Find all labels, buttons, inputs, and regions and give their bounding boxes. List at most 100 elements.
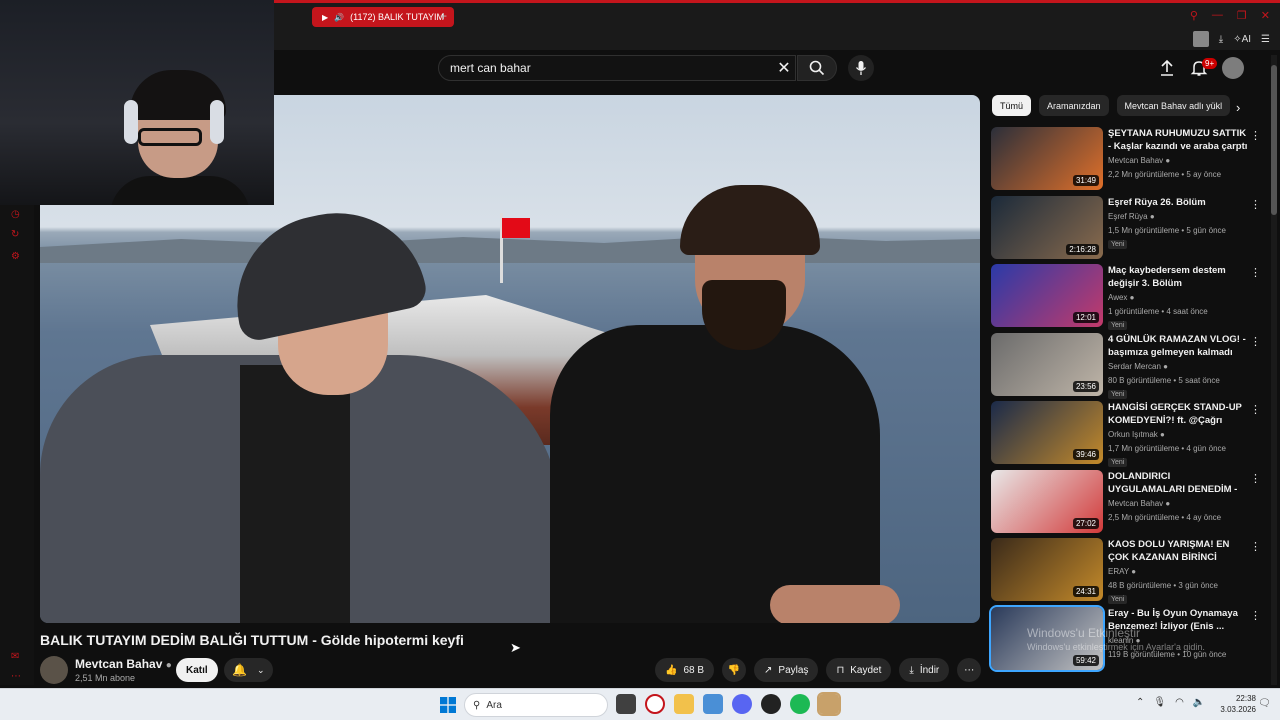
- maximize-icon[interactable]: ❐: [1237, 9, 1247, 22]
- more-vertical-icon[interactable]: ⋮: [1250, 472, 1261, 485]
- recommendation-thumbnail[interactable]: 27:02: [991, 469, 1103, 533]
- more-actions-button[interactable]: ⋯: [957, 658, 982, 682]
- browser-tab[interactable]: ▶ 🔊 (1172) BALIK TUTAYIM: [312, 7, 454, 27]
- history-icon[interactable]: ◷: [11, 209, 20, 220]
- recommendation-channel[interactable]: ERAY ●: [1108, 567, 1136, 576]
- more-icon[interactable]: ⋯: [11, 671, 21, 682]
- upload-icon[interactable]: [1158, 59, 1176, 77]
- browser-tools: ⤓ ✧AI ☰: [1192, 31, 1270, 47]
- recommendation-thumbnail[interactable]: 12:01: [991, 264, 1103, 327]
- recommendation-thumbnail[interactable]: 39:46: [991, 401, 1103, 464]
- chip-channel-uploads[interactable]: Mevtcan Bahav adlı yükl: [1116, 95, 1231, 116]
- page-scrollbar[interactable]: [1271, 55, 1277, 685]
- search-button[interactable]: [797, 55, 837, 81]
- recommendation-title[interactable]: 4 GÜNLÜK RAMAZAN VLOG! - başımıza gelmey…: [1108, 333, 1248, 359]
- recommendation-channel[interactable]: Eşref Rüya ●: [1108, 212, 1155, 221]
- clear-search-icon[interactable]: ✕: [772, 56, 796, 80]
- task-view-icon[interactable]: [616, 694, 636, 714]
- recommendation-thumbnail[interactable]: 2:16:28: [991, 195, 1103, 259]
- more-vertical-icon[interactable]: ⋮: [1250, 266, 1261, 279]
- ai-label: AI: [1241, 33, 1252, 45]
- download-button[interactable]: ⤓ İndir: [899, 658, 950, 682]
- recommendation-thumbnail[interactable]: 23:56: [991, 332, 1103, 396]
- system-clock[interactable]: 22:38 3.03.2026: [1216, 693, 1256, 715]
- recommendation-thumbnail[interactable]: 24:31: [991, 538, 1103, 601]
- account-avatar[interactable]: [1222, 57, 1244, 79]
- extension-thumbnail-icon[interactable]: [1192, 31, 1209, 47]
- opera-browser-icon[interactable]: [645, 694, 665, 714]
- scrollbar-thumb[interactable]: [1271, 65, 1277, 215]
- notification-center-icon[interactable]: 🗨: [1258, 698, 1271, 709]
- recommendation-title[interactable]: DOLANDIRICI UYGULAMALARI DENEDİM - Ocağı…: [1108, 470, 1248, 496]
- like-button[interactable]: 👍 68 B: [655, 658, 715, 682]
- chevron-up-icon[interactable]: ⌃: [1136, 697, 1144, 708]
- bookmark-icon: ⊓: [836, 664, 845, 676]
- refresh-icon[interactable]: ↻: [11, 229, 19, 240]
- voice-search-button[interactable]: [848, 55, 874, 81]
- window-controls: ⚲ — ❐ ✕: [1190, 9, 1270, 22]
- verified-icon: ●: [1131, 567, 1137, 576]
- menu-icon[interactable]: ☰: [1261, 34, 1270, 45]
- recommendation-channel[interactable]: Mevtcan Bahav ●: [1108, 499, 1170, 508]
- close-icon[interactable]: ✕: [1261, 9, 1270, 22]
- game-app-icon[interactable]: [817, 692, 841, 716]
- recommendation-item[interactable]: 27:02 DOLANDIRICI UYGULAMALARI DENEDİM - …: [991, 469, 1267, 539]
- more-vertical-icon[interactable]: ⋮: [1250, 403, 1261, 416]
- mail-icon[interactable]: ✉: [11, 651, 19, 662]
- recommendation-channel[interactable]: Mevtcan Bahav ●: [1108, 156, 1170, 165]
- more-vertical-icon[interactable]: ⋮: [1250, 609, 1261, 622]
- recommendation-title[interactable]: Maç kaybedersem destem değişir 3. Bölüm: [1108, 264, 1248, 290]
- recommendation-channel[interactable]: Serdar Mercan ●: [1108, 362, 1168, 371]
- channel-avatar[interactable]: [40, 656, 68, 684]
- join-button[interactable]: Katıl: [176, 658, 218, 682]
- chip-from-search[interactable]: Aramanızdan: [1039, 95, 1109, 116]
- recommendation-item[interactable]: 39:46 HANGİSİ GERÇEK STAND-UP KOMEDYENİ?!…: [991, 401, 1267, 470]
- dislike-button[interactable]: 👎: [722, 658, 747, 682]
- recommendation-channel[interactable]: Orkun Işıtmak ●: [1108, 430, 1165, 439]
- search-input[interactable]: mert can bahar: [438, 55, 796, 81]
- minimize-icon[interactable]: —: [1212, 9, 1223, 22]
- volume-icon[interactable]: 🔈: [1193, 697, 1205, 708]
- chip-all[interactable]: Tümü: [992, 95, 1032, 116]
- recommendation-title[interactable]: KAOS DOLU YARIŞMA! EN ÇOK KAZANAN BİRİNC…: [1108, 538, 1248, 564]
- microphone-icon[interactable]: 🎙: [1153, 697, 1166, 708]
- file-explorer-icon[interactable]: [674, 694, 694, 714]
- recommendation-title[interactable]: Eşref Rüya 26. Bölüm: [1108, 196, 1248, 209]
- channel-label: Serdar Mercan: [1108, 361, 1161, 371]
- new-tab-button[interactable]: +: [440, 9, 447, 23]
- subscription-bell-button[interactable]: 🔔 ⌄: [224, 658, 273, 682]
- more-vertical-icon[interactable]: ⋮: [1250, 129, 1261, 142]
- recommendation-channel[interactable]: Awex ●: [1108, 293, 1135, 302]
- settings-gear-icon[interactable]: ⚙: [11, 251, 20, 262]
- wifi-icon[interactable]: ◠: [1175, 697, 1184, 708]
- recommendation-title[interactable]: HANGİSİ GERÇEK STAND-UP KOMEDYENİ?! ft. …: [1108, 401, 1248, 427]
- more-vertical-icon[interactable]: ⋮: [1250, 335, 1261, 348]
- recommendation-meta: 2,5 Mn görüntüleme • 4 ay önce: [1108, 512, 1222, 522]
- recommendation-item[interactable]: 23:56 4 GÜNLÜK RAMAZAN VLOG! - başımıza g…: [991, 332, 1267, 402]
- recommendation-item[interactable]: 12:01 Maç kaybedersem destem değişir 3. B…: [991, 264, 1267, 333]
- recommendation-item[interactable]: 24:31 KAOS DOLU YARIŞMA! EN ÇOK KAZANAN B…: [991, 538, 1267, 607]
- chevron-right-icon[interactable]: ›: [1236, 100, 1240, 115]
- recommendation-thumbnail[interactable]: 31:49: [991, 127, 1103, 190]
- more-vertical-icon[interactable]: ⋮: [1250, 540, 1261, 553]
- save-button[interactable]: ⊓ Kaydet: [826, 658, 892, 682]
- spotify-icon[interactable]: [790, 694, 810, 714]
- channel-name-link[interactable]: Mevtcan Bahav ●: [75, 657, 172, 671]
- taskbar-search[interactable]: ⚲ Ara: [464, 693, 608, 717]
- recommendation-item[interactable]: 2:16:28 Eşref Rüya 26. Bölüm Eşref Rüya ● 1…: [991, 195, 1267, 265]
- recommendation-title[interactable]: ŞEYTANA RUHUMUZU SATTIK - Kaşlar kazındı…: [1108, 127, 1248, 153]
- more-vertical-icon[interactable]: ⋮: [1250, 198, 1261, 211]
- network-app-icon[interactable]: [703, 694, 723, 714]
- new-badge: Yeni: [1108, 389, 1128, 399]
- browser-sidebar: ◷ ↻ ⚙ ✉ ⋯: [0, 205, 34, 685]
- audio-playing-icon[interactable]: 🔊: [334, 13, 344, 22]
- recommendation-item[interactable]: 31:49 ŞEYTANA RUHUMUZU SATTIK - Kaşlar ka…: [991, 127, 1267, 196]
- search-icon[interactable]: ⚲: [1190, 9, 1198, 22]
- duration-badge: 27:02: [1072, 517, 1099, 529]
- discord-icon[interactable]: [732, 694, 752, 714]
- download-icon[interactable]: ⤓: [1219, 34, 1223, 45]
- windows-start-icon[interactable]: [440, 697, 456, 713]
- share-button[interactable]: ↗ Paylaş: [754, 658, 819, 682]
- ai-button[interactable]: ✧AI: [1233, 34, 1251, 45]
- obs-icon[interactable]: [761, 694, 781, 714]
